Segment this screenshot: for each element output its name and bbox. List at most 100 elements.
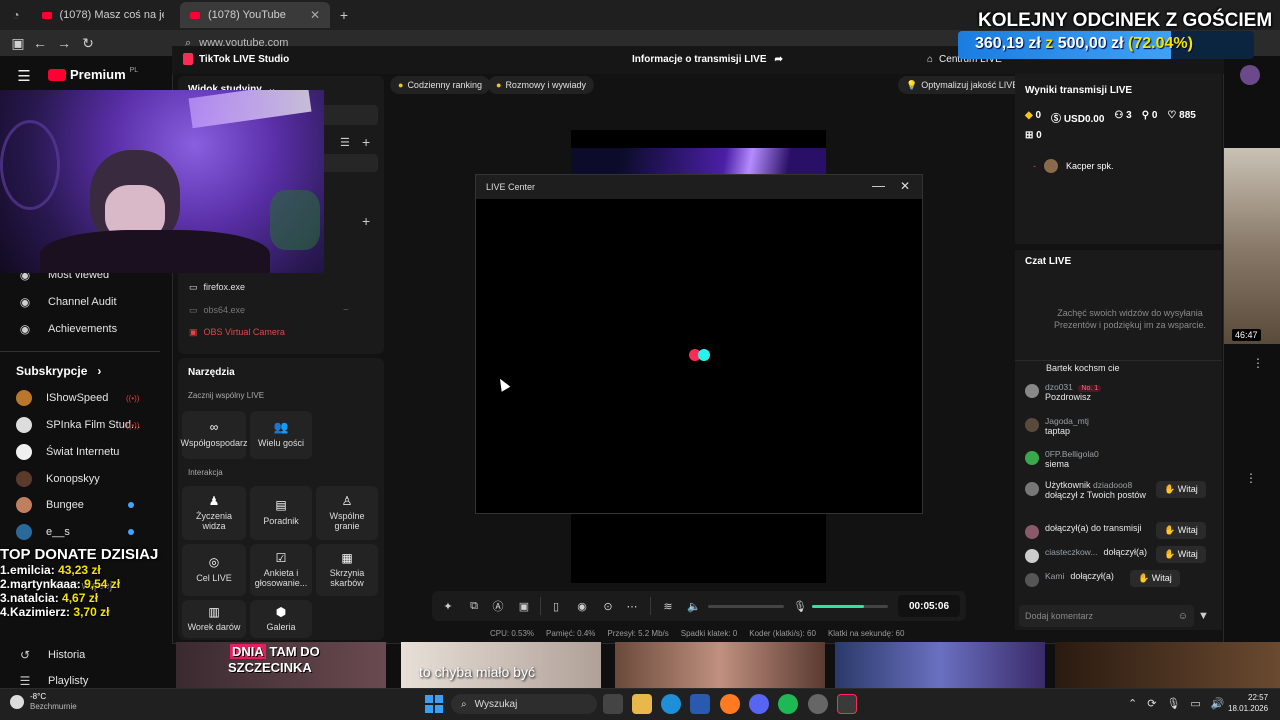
sidebar-item-achievements[interactable]: ◉ Achievements bbox=[16, 316, 117, 342]
live-goal-tool[interactable]: ◎ Cel LIVE bbox=[182, 544, 246, 596]
microphone-icon[interactable]: 🎙 bbox=[1166, 697, 1180, 710]
new-tab-icon[interactable]: + bbox=[336, 7, 352, 23]
volume-slider[interactable] bbox=[708, 605, 784, 608]
welcome-button[interactable]: ✋ Witaj bbox=[1156, 546, 1206, 563]
tab-youtube[interactable]: (1078) YouTube ✕ bbox=[180, 2, 330, 28]
sub-spinka[interactable]: SPInka Film Stud... ((•)) bbox=[16, 412, 140, 438]
video-thumbnail[interactable] bbox=[835, 642, 1045, 688]
close-tab-icon[interactable]: ✕ bbox=[310, 8, 320, 22]
microphone-icon[interactable]: 🎙 bbox=[792, 598, 808, 614]
filter-icon[interactable]: ▼ bbox=[1198, 610, 1209, 622]
treasure-chest-tool[interactable]: ▦ Skrzynia skarbów bbox=[316, 544, 378, 596]
layout-icon[interactable]: ▣ bbox=[516, 598, 532, 614]
video-thumbnail[interactable]: DNIA TAM DO SZCZECINKA bbox=[176, 642, 386, 688]
more-vert-icon[interactable]: ⋮ bbox=[1252, 356, 1264, 370]
multi-guest-tool[interactable]: 👥 Wielu gości bbox=[250, 411, 312, 459]
settings-sliders-icon[interactable]: ≋ bbox=[660, 598, 676, 614]
source-firefox[interactable]: ▭ firefox.exe bbox=[189, 282, 245, 293]
taskbar-search[interactable]: ⌕ Wyszukaj bbox=[451, 694, 597, 714]
viewer-wishes-tool[interactable]: ♟ Życzenia widza bbox=[182, 486, 246, 540]
chat-message[interactable]: dzo031 No. 1 Pozdrowisz bbox=[1025, 382, 1102, 402]
optimize-chip[interactable]: 💡 Optymalizuj jakość LIVE bbox=[898, 76, 1027, 94]
minimize-icon[interactable]: — bbox=[872, 178, 885, 193]
join-message[interactable]: dołączył(a) do transmisji bbox=[1025, 523, 1142, 539]
cohost-tool[interactable]: ∞ Współgospodarz bbox=[180, 411, 248, 459]
clock[interactable]: 22:57 18.01.2026 bbox=[1228, 692, 1268, 714]
daily-ranking-chip[interactable]: ● Codzienny ranking bbox=[390, 76, 490, 94]
youtube-logo[interactable]: Premium PL bbox=[48, 67, 138, 82]
add-source-icon[interactable]: + bbox=[362, 213, 370, 229]
obs-icon[interactable] bbox=[808, 694, 828, 714]
phone-icon[interactable]: ▯ bbox=[548, 598, 564, 614]
sidebar-item-channel-audit[interactable]: ◉ Channel Audit bbox=[16, 289, 117, 315]
firefox-icon[interactable] bbox=[720, 694, 740, 714]
browser-menu-icon[interactable]: ◔ bbox=[8, 7, 24, 23]
tiktok-studio-icon[interactable] bbox=[837, 694, 857, 714]
monitor-icon[interactable]: ▭ bbox=[1190, 697, 1200, 710]
video-thumbnail[interactable] bbox=[1055, 642, 1280, 688]
more-vert-icon[interactable]: ⋮ bbox=[1245, 471, 1257, 485]
spotify-icon[interactable] bbox=[778, 694, 798, 714]
sidebar-item-history[interactable]: ↺ Historia bbox=[16, 642, 85, 668]
video-thumbnail[interactable] bbox=[615, 642, 825, 688]
welcome-button[interactable]: ✋ Witaj bbox=[1130, 570, 1180, 587]
reload-icon[interactable]: ↻ bbox=[78, 33, 98, 53]
task-view-icon[interactable] bbox=[603, 694, 623, 714]
top-viewer[interactable]: - Kacper spk. bbox=[1033, 159, 1114, 173]
forward-icon[interactable]: → bbox=[54, 33, 74, 53]
list-icon[interactable]: ☰ bbox=[340, 136, 350, 149]
join-message[interactable]: ciasteczkow... dołączył(a) bbox=[1025, 547, 1147, 563]
tab-first[interactable]: (1078) Masz coś na języku | Twi bbox=[32, 2, 174, 28]
chat-message[interactable]: Jagoda_mtj taptap bbox=[1025, 416, 1089, 436]
ai-icon[interactable]: Ⓐ bbox=[490, 598, 506, 614]
windows-start-icon[interactable] bbox=[425, 695, 443, 713]
sub-e-s[interactable]: e__s bbox=[16, 519, 134, 545]
record-icon[interactable]: ◉ bbox=[574, 598, 590, 614]
store-icon[interactable] bbox=[690, 694, 710, 714]
sub-konopskyy[interactable]: Konopskyy bbox=[16, 466, 100, 492]
chevron-up-icon[interactable]: ⌃ bbox=[1128, 697, 1137, 710]
close-icon[interactable]: ✕ bbox=[900, 179, 910, 193]
discord-icon[interactable] bbox=[749, 694, 769, 714]
co-play-tool[interactable]: ♙ Wspólne granie bbox=[316, 486, 378, 540]
video-thumbnail[interactable] bbox=[1224, 148, 1280, 344]
source-obs[interactable]: ▭ obs64.exe bbox=[189, 305, 245, 316]
effects-icon[interactable]: ⧉ bbox=[466, 598, 482, 614]
hidden-icon[interactable]: ⌣ bbox=[343, 304, 349, 315]
comment-input[interactable]: Dodaj komentarz ☺ bbox=[1019, 605, 1194, 627]
talks-chip[interactable]: ● Rozmowy i wywiady bbox=[488, 76, 594, 94]
sub-swiat-internetu[interactable]: Świat Internetu bbox=[16, 439, 119, 465]
hamburger-icon[interactable]: ☰ bbox=[16, 68, 32, 85]
avatar[interactable] bbox=[1240, 65, 1260, 85]
circle-icon: ◉ bbox=[19, 322, 31, 336]
video-thumbnail[interactable]: to chyba miało być bbox=[401, 642, 601, 688]
file-explorer-icon[interactable] bbox=[632, 694, 652, 714]
add-scene-icon[interactable]: + bbox=[362, 134, 370, 150]
stream-info-title[interactable]: Informacje o transmisji LIVE ➦ bbox=[632, 54, 783, 65]
edge-icon[interactable] bbox=[661, 694, 681, 714]
sub-bungee[interactable]: Bungee bbox=[16, 492, 134, 518]
gallery-tool[interactable]: ⬢ Galeria bbox=[250, 600, 312, 638]
welcome-button[interactable]: ✋ Witaj bbox=[1156, 481, 1206, 498]
weather-widget[interactable]: -8°C Bezchmurnie bbox=[10, 692, 77, 711]
welcome-button[interactable]: ✋ Witaj bbox=[1156, 522, 1206, 539]
chat-message[interactable]: 0FP.Belligola0 siema bbox=[1025, 449, 1099, 469]
source-obs-camera[interactable]: ▣ OBS Virtual Camera bbox=[189, 327, 285, 338]
poll-tool[interactable]: ☑ Ankieta i głosowanie... bbox=[250, 544, 312, 596]
guide-tool[interactable]: ▤ Poradnik bbox=[250, 486, 312, 540]
subscriptions-heading[interactable]: Subskrypcje › bbox=[16, 364, 101, 378]
goal-percent: (72.04%) bbox=[1128, 35, 1193, 52]
more-icon[interactable]: ⋯ bbox=[624, 598, 640, 614]
magic-wand-icon[interactable]: ✦ bbox=[440, 598, 456, 614]
emoji-icon[interactable]: ☺ bbox=[1178, 611, 1188, 622]
volume-icon[interactable]: 🔊 bbox=[1211, 697, 1225, 710]
gift-bag-tool[interactable]: ▥ Worek darów bbox=[182, 600, 246, 638]
mic-slider[interactable] bbox=[812, 605, 888, 608]
snapshot-icon[interactable]: ⊙ bbox=[600, 598, 616, 614]
sub-ishowspeed[interactable]: IShowSpeed ((•)) bbox=[16, 385, 139, 411]
sync-icon[interactable]: ⟳ bbox=[1147, 697, 1156, 710]
join-message[interactable]: Kami dołączył(a) bbox=[1025, 571, 1114, 587]
sidebar-toggle-icon[interactable]: ▣ bbox=[8, 33, 28, 53]
speaker-icon[interactable]: 🔈 bbox=[686, 598, 702, 614]
back-icon[interactable]: ← bbox=[30, 33, 50, 53]
